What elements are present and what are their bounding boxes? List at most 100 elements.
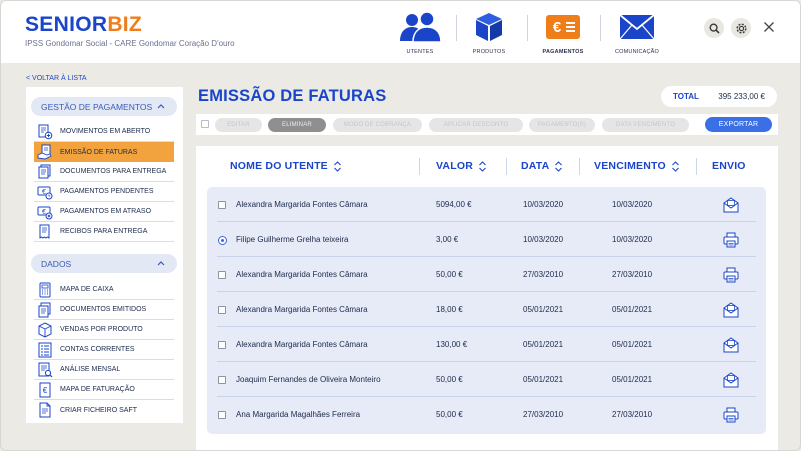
row-checkbox[interactable] xyxy=(218,376,226,384)
select-all-checkbox[interactable] xyxy=(201,120,209,128)
table-row[interactable]: Filipe Guilherme Grelha teixeira 3,00 € … xyxy=(207,222,766,257)
sidebar-item-documents-delivery[interactable]: DOCUMENTOS PARA ENTREGA xyxy=(34,162,174,182)
euro-payments-icon: € xyxy=(533,11,593,43)
row-name: Filipe Guilherme Grelha teixeira xyxy=(236,235,349,244)
table-row[interactable]: Joaquim Fernandes de Oliveira Monteiro 5… xyxy=(207,362,766,397)
send-email-icon[interactable] xyxy=(722,371,740,389)
column-header-date[interactable]: DATA xyxy=(521,160,563,172)
row-name: Alexandra Margarida Fontes Câmara xyxy=(236,270,368,279)
row-value: 50,00 € xyxy=(436,270,463,279)
pending-payment-icon: € xyxy=(36,183,54,201)
table-row[interactable]: Ana Margarida Magalhães Ferreira 50,00 €… xyxy=(207,397,766,432)
row-checkbox[interactable] xyxy=(218,411,226,419)
invoices-table: NOME DO UTENTE VALOR DATA VENCIMENTO ENV… xyxy=(196,146,778,450)
sidebar-item-issued-documents[interactable]: DOCUMENTOS EMITIDOS xyxy=(34,300,174,320)
sidebar: GESTÃO DE PAGAMENTOS MOVIMENTOS EM ABERT… xyxy=(26,87,183,423)
sidebar-item-pending-payments[interactable]: € PAGAMENTOS PENDENTES xyxy=(34,182,174,202)
brand-logo[interactable]: SENIORBIZ xyxy=(25,13,142,37)
svg-text:€: € xyxy=(43,386,48,395)
apply-discount-button[interactable]: APLICAR DESCONTO xyxy=(429,118,523,132)
send-email-icon[interactable] xyxy=(722,301,740,319)
nav-pagamentos-label: PAGAMENTOS xyxy=(542,49,584,55)
sidebar-item-billing-map[interactable]: € MAPA DE FATURAÇÃO xyxy=(34,380,174,400)
send-email-icon[interactable] xyxy=(722,196,740,214)
column-header-name[interactable]: NOME DO UTENTE xyxy=(230,160,342,172)
send-email-icon[interactable] xyxy=(722,336,740,354)
sidebar-item-late-payments[interactable]: € PAGAMENTOS EM ATRASO xyxy=(34,202,174,222)
box-icon xyxy=(459,11,519,43)
sidebar-item-label: PAGAMENTOS PENDENTES xyxy=(60,188,154,195)
column-header-value[interactable]: VALOR xyxy=(436,160,487,172)
table-row[interactable]: Alexandra Margarida Fontes Câmara 5094,0… xyxy=(207,187,766,222)
sidebar-item-current-accounts[interactable]: CONTAS CORRENTES xyxy=(34,340,174,360)
row-checkbox[interactable] xyxy=(218,271,226,279)
section-data-header[interactable]: DADOS xyxy=(31,254,177,273)
sidebar-item-monthly-analysis[interactable]: ANÁLISE MENSAL xyxy=(34,360,174,380)
total-box: TOTAL 395 233,00 € xyxy=(661,86,777,107)
charge-mode-button[interactable]: MODO DE COBRANÇA xyxy=(333,118,422,132)
sidebar-item-invoice-issue[interactable]: EMISSÃO DE FATURAS xyxy=(34,142,174,162)
brand-part1: SENIOR xyxy=(25,13,108,36)
saft-file-icon xyxy=(36,401,54,419)
installment-button[interactable]: PAGAMENTO(S) xyxy=(529,118,595,132)
row-checkbox[interactable] xyxy=(218,201,226,209)
row-date: 05/01/2021 xyxy=(523,375,564,384)
svg-text:€: € xyxy=(42,209,46,216)
total-value: 395 233,00 € xyxy=(718,92,765,101)
sidebar-item-open-movements[interactable]: MOVIMENTOS EM ABERTO xyxy=(34,122,174,142)
column-header-due-date[interactable]: VENCIMENTO xyxy=(594,160,680,172)
table-row[interactable]: Alexandra Margarida Fontes Câmara 50,00 … xyxy=(207,257,766,292)
section-data-title: DADOS xyxy=(41,258,72,269)
section-payments-header[interactable]: GESTÃO DE PAGAMENTOS xyxy=(31,97,177,116)
row-name: Ana Margarida Magalhães Ferreira xyxy=(236,410,361,419)
search-button[interactable] xyxy=(704,18,724,38)
nav-comunicacao[interactable]: COMUNICAÇÃO xyxy=(607,11,667,55)
column-header-label: ENVIO xyxy=(712,160,746,172)
row-due-date: 05/01/2021 xyxy=(612,305,653,314)
sidebar-item-label: MOVIMENTOS EM ABERTO xyxy=(60,128,151,135)
brand-part2: BIZ xyxy=(107,13,143,36)
back-to-list-link[interactable]: < VOLTAR À LISTA xyxy=(26,75,87,82)
row-checkbox[interactable] xyxy=(218,341,226,349)
app-window: SENIORBIZ IPSS Gondomar Social - CARE Go… xyxy=(0,0,801,451)
send-print-icon[interactable] xyxy=(722,266,740,284)
row-checkbox[interactable] xyxy=(218,306,226,314)
section-payments-title: GESTÃO DE PAGAMENTOS xyxy=(41,101,153,112)
edit-button[interactable]: EDITAR xyxy=(215,118,262,132)
table-row[interactable]: Alexandra Margarida Fontes Câmara 130,00… xyxy=(207,327,766,362)
sidebar-item-cash-map[interactable]: MAPA DE CAIXA xyxy=(34,280,174,300)
gear-icon xyxy=(735,22,747,34)
sort-icon xyxy=(333,160,342,172)
close-button[interactable] xyxy=(759,17,779,37)
nav-utentes[interactable]: UTENTES xyxy=(390,11,450,55)
page-title: EMISSÃO DE FATURAS xyxy=(198,87,387,105)
sidebar-item-create-saft[interactable]: CRIAR FICHEIRO SAFT xyxy=(34,400,174,420)
column-header-label: VALOR xyxy=(436,160,473,172)
sidebar-item-sales-by-product[interactable]: VENDAS POR PRODUTO xyxy=(34,320,174,340)
row-date: 10/03/2020 xyxy=(523,200,564,209)
delete-button[interactable]: ELIMINAR xyxy=(268,118,326,132)
row-due-date: 10/03/2020 xyxy=(612,200,653,209)
receipt-icon xyxy=(36,223,54,241)
column-header-label: VENCIMENTO xyxy=(594,160,666,172)
row-radio-selected[interactable] xyxy=(218,236,227,245)
nav-produtos[interactable]: PRODUTOS xyxy=(459,11,519,55)
column-divider xyxy=(419,158,420,175)
sidebar-item-label: VENDAS POR PRODUTO xyxy=(60,326,143,333)
send-print-icon[interactable] xyxy=(722,231,740,249)
rows-panel: Alexandra Margarida Fontes Câmara 5094,0… xyxy=(207,187,766,434)
row-value: 130,00 € xyxy=(436,340,468,349)
sort-icon xyxy=(478,160,487,172)
nav-pagamentos[interactable]: € PAGAMENTOS xyxy=(533,11,593,55)
row-due-date: 27/03/2010 xyxy=(612,270,653,279)
due-date-button[interactable]: DATA VENCIMENTO xyxy=(602,118,689,132)
settings-button[interactable] xyxy=(731,18,751,38)
export-button[interactable]: EXPORTAR xyxy=(705,117,772,132)
row-value: 18,00 € xyxy=(436,305,463,314)
header: SENIORBIZ IPSS Gondomar Social - CARE Go… xyxy=(1,1,800,63)
table-row[interactable]: Alexandra Margarida Fontes Câmara 18,00 … xyxy=(207,292,766,327)
column-header-send: ENVIO xyxy=(712,160,746,172)
svg-text:€: € xyxy=(42,189,46,196)
send-print-icon[interactable] xyxy=(722,406,740,424)
sidebar-item-receipts-delivery[interactable]: RECIBOS PARA ENTREGA xyxy=(34,222,174,242)
